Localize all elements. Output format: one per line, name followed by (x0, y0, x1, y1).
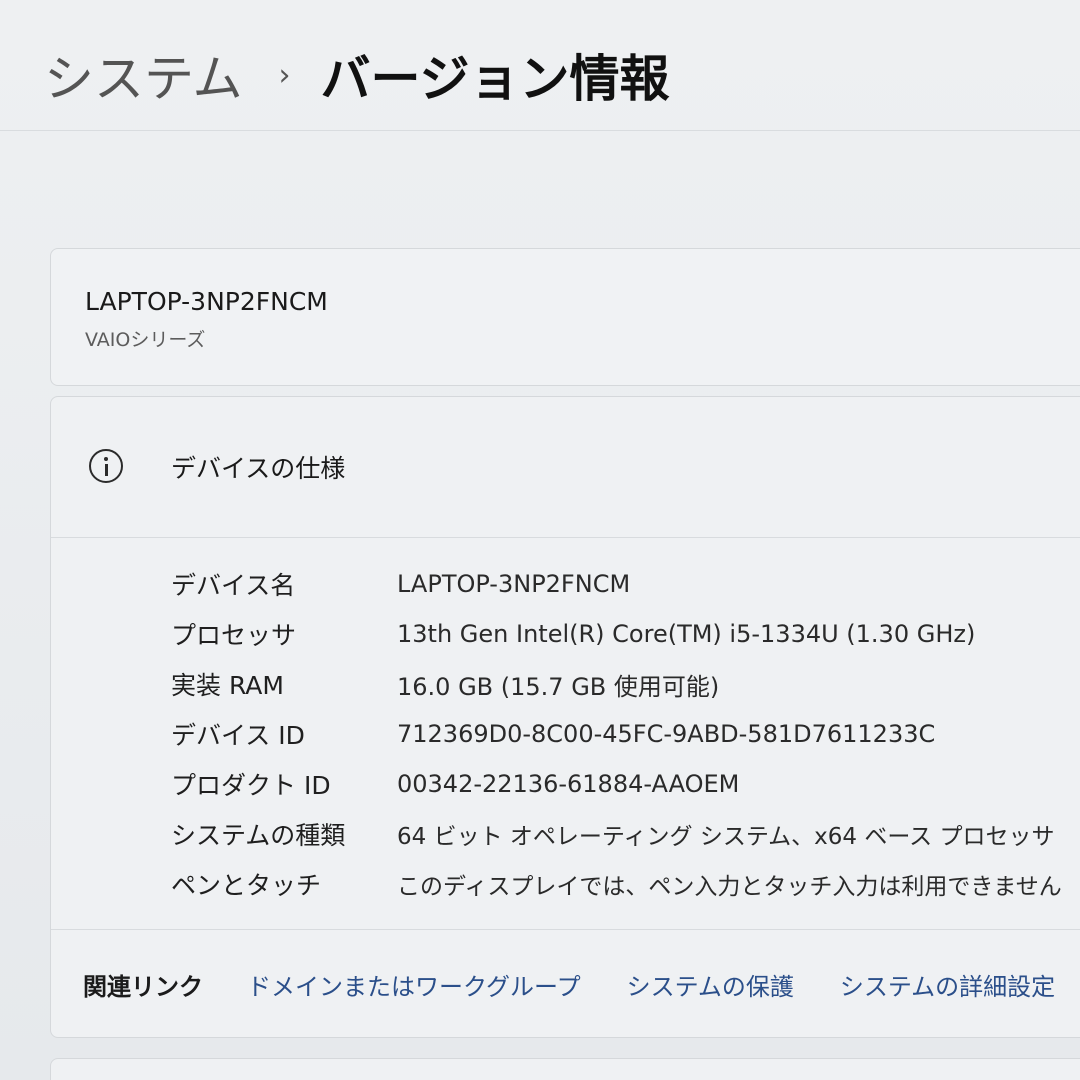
page-title: バージョン情報 (320, 50, 670, 108)
spec-row-device-id: デバイス ID 712369D0-8C00-45FC-9ABD-581D7611… (171, 709, 1071, 759)
spec-label: プロセッサ (171, 621, 297, 650)
spec-label: プロダクト ID (171, 771, 331, 800)
next-card (50, 1058, 1080, 1080)
device-name: LAPTOP-3NP2FNCM (85, 287, 328, 316)
header-divider (0, 130, 1080, 131)
related-links-label: 関連リンク (83, 973, 203, 1001)
device-card: LAPTOP-3NP2FNCM VAIOシリーズ (50, 248, 1080, 386)
spec-value: 16.0 GB (15.7 GB 使用可能) (397, 672, 720, 701)
device-spec-card: デバイスの仕様 デバイス名 LAPTOP-3NP2FNCM プロセッサ 13th… (50, 396, 1080, 1038)
spec-value: 13th Gen Intel(R) Core(TM) i5-1334U (1.3… (397, 620, 976, 648)
spec-label: デバイス名 (171, 571, 296, 600)
divider (51, 537, 1080, 538)
spec-label: システムの種類 (171, 821, 346, 850)
related-links: 関連リンク ドメインまたはワークグループ システムの保護 システムの詳細設定 (83, 967, 1080, 1002)
breadcrumb-separator-icon: › (278, 57, 291, 93)
divider (51, 929, 1080, 930)
breadcrumb: システム › バージョン情報 (44, 40, 670, 110)
spec-row-pen-touch: ペンとタッチ このディスプレイでは、ペン入力とタッチ入力は利用できません (171, 859, 1071, 909)
spec-label: ペンとタッチ (171, 871, 322, 900)
device-spec-header[interactable]: デバイスの仕様 (51, 397, 1080, 537)
spec-label: 実装 RAM (171, 671, 284, 700)
spec-row-product-id: プロダクト ID 00342-22136-61884-AAOEM (171, 759, 1071, 809)
spec-value: このディスプレイでは、ペン入力とタッチ入力は利用できません (397, 874, 1062, 900)
settings-page: システム › バージョン情報 LAPTOP-3NP2FNCM VAIOシリーズ … (0, 0, 1080, 1080)
link-domain-or-workgroup[interactable]: ドメインまたはワークグループ (247, 967, 581, 1002)
spec-row-processor: プロセッサ 13th Gen Intel(R) Core(TM) i5-1334… (171, 609, 1071, 659)
spec-list: デバイス名 LAPTOP-3NP2FNCM プロセッサ 13th Gen Int… (171, 559, 1071, 909)
spec-value: 00342-22136-61884-AAOEM (397, 770, 740, 798)
device-spec-title: デバイスの仕様 (171, 454, 346, 483)
link-system-protection[interactable]: システムの保護 (627, 967, 794, 1002)
spec-value: 712369D0-8C00-45FC-9ABD-581D7611233C (397, 720, 936, 748)
spec-row-device-name: デバイス名 LAPTOP-3NP2FNCM (171, 559, 1071, 609)
spec-row-ram: 実装 RAM 16.0 GB (15.7 GB 使用可能) (171, 659, 1071, 709)
spec-value: 64 ビット オペレーティング システム、x64 ベース プロセッサ (397, 824, 1055, 850)
spec-value: LAPTOP-3NP2FNCM (397, 570, 631, 598)
link-advanced-system-settings[interactable]: システムの詳細設定 (840, 967, 1055, 1002)
info-icon (89, 449, 123, 483)
breadcrumb-system[interactable]: システム (44, 39, 243, 111)
spec-row-system-type: システムの種類 64 ビット オペレーティング システム、x64 ベース プロセ… (171, 809, 1071, 859)
device-series: VAIOシリーズ (85, 329, 206, 351)
spec-label: デバイス ID (171, 721, 305, 750)
